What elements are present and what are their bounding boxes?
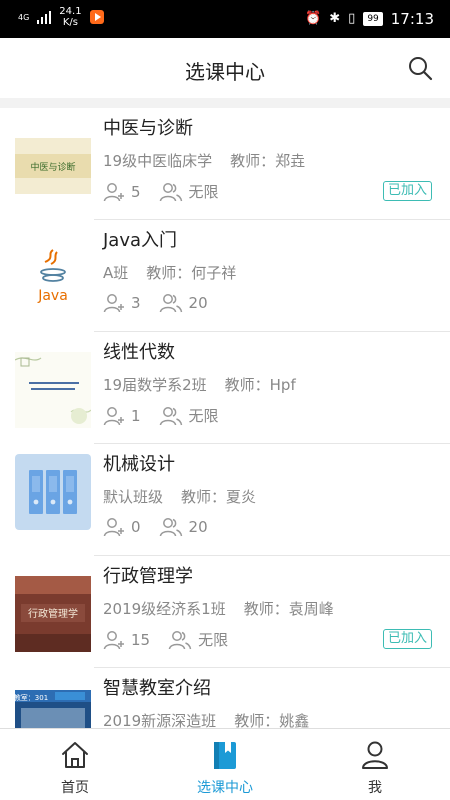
add-person-icon (103, 294, 124, 313)
bottom-tab-bar: 首页 选课中心 我 (0, 728, 450, 800)
capacity-value: 20 (188, 294, 208, 312)
course-title: 中医与诊断 (103, 118, 193, 139)
course-thumbnail: Java (15, 240, 91, 316)
joined-badge: 已加入 (382, 181, 432, 201)
home-icon (62, 742, 88, 768)
course-item[interactable]: Java Java入门 A班 教师：何子祥 3 20 (0, 220, 450, 332)
teacher-name: 教师：袁周峰 (243, 600, 334, 618)
course-stats: 5 无限 (103, 181, 237, 202)
teacher-name: 教师：夏炎 (181, 488, 257, 506)
course-list[interactable]: 中医与诊断 中医与诊断 19级中医临床学 教师：郑垚 5 无限 已加入 Java… (0, 108, 450, 728)
tab-courses[interactable]: 选课中心 (150, 729, 300, 800)
course-thumbnail: 教室：301 (15, 690, 91, 728)
tab-me-label: 我 (368, 780, 382, 796)
add-person-icon (103, 182, 124, 201)
bluetooth-icon: ✱ (329, 11, 341, 26)
class-name: 2019新源深造班 (103, 712, 217, 728)
class-name: 19级中医临床学 (103, 152, 213, 170)
course-subtitle: 19届数学系2班 教师：Hpf (103, 374, 296, 395)
capacity-value: 20 (188, 518, 208, 536)
book-icon (214, 742, 236, 769)
course-subtitle: 默认班级 教师：夏炎 (103, 486, 256, 507)
thumbnail-text: 中医与诊断 (30, 161, 75, 173)
member-count: 3 (131, 294, 141, 312)
course-title: 线性代数 (103, 342, 175, 363)
battery-icon: 99 (363, 12, 383, 26)
speed-unit: K/s (62, 17, 78, 28)
page-title: 选课中心 (185, 60, 265, 84)
course-subtitle: 2019新源深造班 教师：姚鑫 (103, 710, 309, 728)
tab-home-label: 首页 (61, 780, 89, 796)
teacher-name: 教师：郑垚 (230, 152, 306, 170)
speed-value: 24.1 (59, 6, 82, 17)
course-subtitle: 2019级经济系1班 教师：袁周峰 (103, 598, 334, 619)
course-item[interactable]: 行政管理学 行政管理学 2019级经济系1班 教师：袁周峰 15 无限 已加入 (0, 556, 450, 668)
search-icon (409, 57, 433, 81)
teacher-name: 教师：Hpf (224, 376, 296, 394)
search-button[interactable] (406, 54, 434, 82)
course-thumbnail (15, 454, 91, 530)
course-item[interactable]: 中医与诊断 中医与诊断 19级中医临床学 教师：郑垚 5 无限 已加入 (0, 108, 450, 220)
course-item[interactable]: 线性代数 19届数学系2班 教师：Hpf 1 无限 (0, 332, 450, 444)
course-thumbnail: 行政管理学 (15, 576, 91, 652)
class-name: 19届数学系2班 (103, 376, 207, 394)
add-person-icon (103, 630, 124, 649)
member-count: 15 (131, 630, 151, 649)
capacity-value: 无限 (198, 631, 229, 649)
course-title: 智慧教室介绍 (103, 678, 211, 699)
class-name: 2019级经济系1班 (103, 600, 226, 618)
group-icon (159, 406, 182, 425)
capacity-value: 无限 (188, 183, 219, 201)
teacher-name: 教师：何子祥 (146, 264, 237, 282)
thumbnail-text: Java (37, 288, 68, 304)
teacher-name: 教师：姚鑫 (234, 712, 310, 728)
course-item[interactable]: 教室：301 智慧教室介绍 2019新源深造班 教师：姚鑫 (0, 668, 450, 728)
status-bar: 4G 24.1 K/s ⏰ ✱ ▯ 99 17:13 (0, 0, 450, 38)
class-name: 默认班级 (103, 488, 164, 506)
clock: 17:13 (390, 10, 434, 28)
group-icon (159, 518, 182, 537)
course-subtitle: 19级中医临床学 教师：郑垚 (103, 150, 305, 171)
member-count: 1 (131, 406, 141, 425)
course-stats: 3 20 (103, 293, 226, 313)
header-divider (0, 98, 450, 108)
course-subtitle: A班 教师：何子祥 (103, 262, 236, 283)
course-thumbnail (15, 352, 91, 428)
member-count: 5 (131, 182, 141, 201)
signal-icon (37, 10, 52, 24)
class-name: A班 (103, 264, 129, 282)
course-title: 机械设计 (103, 454, 175, 475)
course-title: Java入门 (103, 230, 178, 251)
network-speed: 24.1 K/s (59, 6, 81, 28)
course-stats: 15 无限 (103, 629, 246, 650)
user-icon (362, 741, 388, 769)
tab-me[interactable]: 我 (300, 729, 450, 800)
group-icon (159, 182, 182, 201)
add-person-icon (103, 406, 124, 425)
group-icon (159, 294, 182, 313)
course-stats: 1 无限 (103, 405, 237, 426)
capacity-value: 无限 (188, 407, 219, 425)
course-item[interactable]: 机械设计 默认班级 教师：夏炎 0 20 (0, 444, 450, 556)
course-title: 行政管理学 (103, 566, 193, 587)
thumbnail-text: 教室：301 (15, 693, 48, 702)
video-app-icon (89, 10, 104, 24)
add-person-icon (103, 518, 124, 537)
tab-courses-label: 选课中心 (197, 780, 253, 796)
member-count: 0 (131, 518, 141, 536)
tab-home[interactable]: 首页 (0, 729, 150, 800)
joined-badge: 已加入 (382, 629, 432, 649)
course-stats: 0 20 (103, 517, 226, 537)
group-icon (168, 630, 192, 649)
thumbnail-text: 行政管理学 (28, 607, 78, 620)
network-type: 4G (18, 12, 30, 22)
vibrate-icon: ▯ (348, 11, 356, 26)
course-thumbnail: 中医与诊断 (15, 128, 91, 204)
app-header: 选课中心 (0, 38, 450, 98)
alarm-icon: ⏰ (305, 11, 322, 26)
